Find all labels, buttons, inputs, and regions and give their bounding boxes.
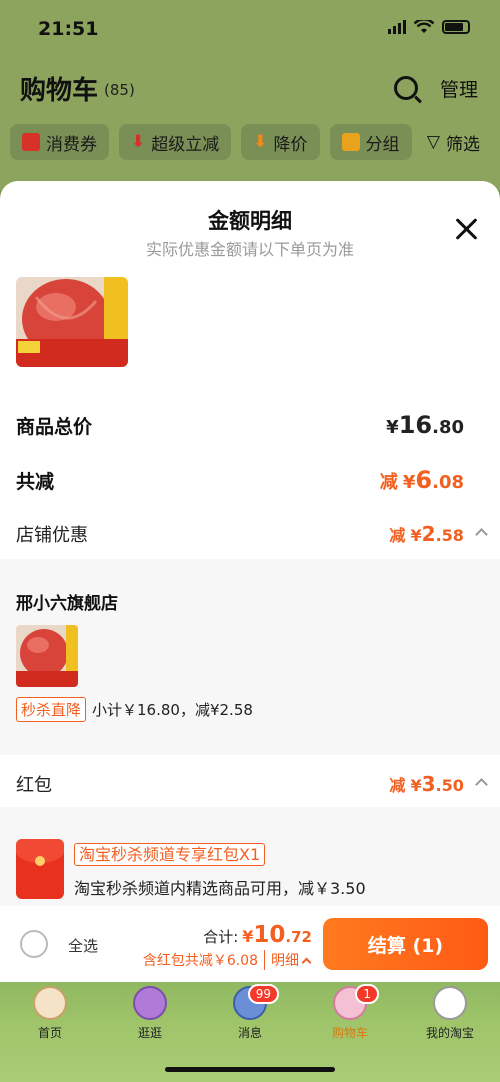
price-drop-icon: ⬇	[253, 132, 268, 152]
cart-badge: 1	[355, 984, 379, 1004]
store-product-thumbnail	[16, 625, 78, 687]
messages-avatar-icon: 99	[233, 984, 279, 1020]
tab-home[interactable]: 首页	[10, 986, 90, 1041]
apple-image	[16, 277, 128, 367]
filter-coupon[interactable]: 消费券	[10, 124, 109, 160]
total-discount-label: 共减	[16, 471, 55, 493]
status-icons	[388, 20, 470, 34]
status-bar: 21:51	[0, 0, 500, 60]
red-packet-row[interactable]: 红包 减 ¥3.50	[16, 771, 488, 797]
total-discount-value: 减 ¥6.08	[379, 466, 464, 494]
red-packet-summary: 含红包共减￥6.08 明细	[143, 950, 312, 970]
red-packet-title: 淘宝秒杀频道专享红包X1	[74, 843, 266, 866]
filter-group[interactable]: 分组	[329, 124, 412, 160]
store-discount-label: 店铺优惠	[16, 525, 88, 546]
close-icon[interactable]	[454, 217, 478, 241]
product-thumbnail	[16, 277, 128, 367]
filter-super-discount[interactable]: ⬇ 超级立减	[119, 124, 232, 160]
total-discount-row: 共减 减 ¥6.08	[16, 466, 464, 494]
coupon-icon	[22, 133, 40, 151]
total-price-row: 商品总价 ¥16.80	[16, 411, 464, 439]
folder-icon	[341, 133, 360, 151]
page-title: 购物车	[20, 75, 99, 106]
tab-my-taobao[interactable]: 我的淘宝	[410, 986, 490, 1041]
apple-image-small	[16, 625, 78, 687]
filter-price-drop[interactable]: ⬇ 降价	[241, 124, 320, 160]
checkout-button[interactable]: 结算 (1)	[323, 918, 488, 970]
signal-icon	[388, 20, 406, 34]
home-avatar-icon	[33, 986, 67, 1020]
total-price-label: 商品总价	[16, 416, 93, 438]
chevron-up-icon	[475, 528, 488, 541]
cart-header: 购物车 (85) 管理	[20, 68, 478, 108]
store-section: 邢小六旗舰店 秒杀直降 小计￥16.80，减¥2.58	[0, 559, 500, 755]
browse-avatar-icon	[133, 986, 167, 1020]
tab-messages[interactable]: 99 消息	[210, 984, 290, 1041]
tab-cart[interactable]: 1 购物车	[310, 984, 390, 1041]
store-name: 邢小六旗舰店	[16, 594, 118, 614]
sheet-subtitle: 实际优惠金额请以下单页为准	[145, 240, 354, 259]
tab-browse[interactable]: 逛逛	[110, 986, 190, 1041]
total-price-value: ¥16.80	[386, 411, 464, 439]
battery-icon	[442, 20, 470, 34]
amount-detail-sheet: 金额明细 实际优惠金额请以下单页为准 商品总价 ¥16.80 共减 减 ¥6.0…	[0, 181, 500, 906]
store-discount-value: 减 ¥2.58	[389, 522, 488, 546]
select-all-checkbox[interactable]	[20, 930, 48, 958]
store-discount-row[interactable]: 店铺优惠 减 ¥2.58	[16, 521, 488, 547]
down-arrow-icon: ⬇	[131, 132, 146, 152]
funnel-icon: ▽	[426, 132, 440, 152]
store-promo-line: 秒杀直降 小计￥16.80，减¥2.58	[16, 697, 253, 722]
cart-count: (85)	[104, 81, 135, 99]
total-line: 合计: ¥10.72	[203, 922, 312, 948]
select-all-label[interactable]: 全选	[68, 935, 98, 956]
cart-page-background: 21:51 购物车 (85) 管理 消费券 ⬇ 超级立减 ⬇ 降价 分组 ▽ 筛…	[0, 0, 500, 190]
red-packet-desc: 淘宝秒杀频道内精选商品可用，减￥3.50	[74, 879, 366, 898]
profile-avatar-icon	[433, 986, 467, 1020]
cart-avatar-icon: 1	[333, 984, 379, 1020]
messages-badge: 99	[247, 984, 279, 1004]
red-packet-value: 减 ¥3.50	[389, 772, 488, 796]
store-subtotal: 小计￥16.80，减¥2.58	[92, 701, 253, 719]
red-packet-icon	[16, 839, 64, 899]
manage-button[interactable]: 管理	[440, 75, 478, 102]
chevron-up-icon	[301, 957, 312, 967]
tab-bar: 首页 逛逛 99 消息 1 购物车 我的淘宝	[0, 982, 500, 1082]
total-label: 合计:	[203, 928, 239, 946]
red-packet-label: 红包	[16, 775, 52, 796]
home-indicator	[165, 1067, 335, 1072]
status-time: 21:51	[38, 18, 99, 40]
flash-sale-tag: 秒杀直降	[16, 697, 87, 722]
sheet-title: 金额明细	[208, 209, 292, 233]
wifi-icon	[414, 20, 434, 33]
total-amount: ¥10.72	[242, 922, 312, 948]
filter-button[interactable]: ▽ 筛选	[414, 124, 500, 160]
search-icon[interactable]	[393, 76, 418, 100]
red-packet-section: 淘宝秒杀频道专享红包X1 淘宝秒杀频道内精选商品可用，减￥3.50	[0, 807, 500, 906]
detail-link[interactable]: 明细	[264, 950, 312, 970]
checkout-bar: 全选 合计: ¥10.72 含红包共减￥6.08 明细 结算 (1)	[0, 906, 500, 982]
chevron-up-icon	[475, 778, 488, 791]
